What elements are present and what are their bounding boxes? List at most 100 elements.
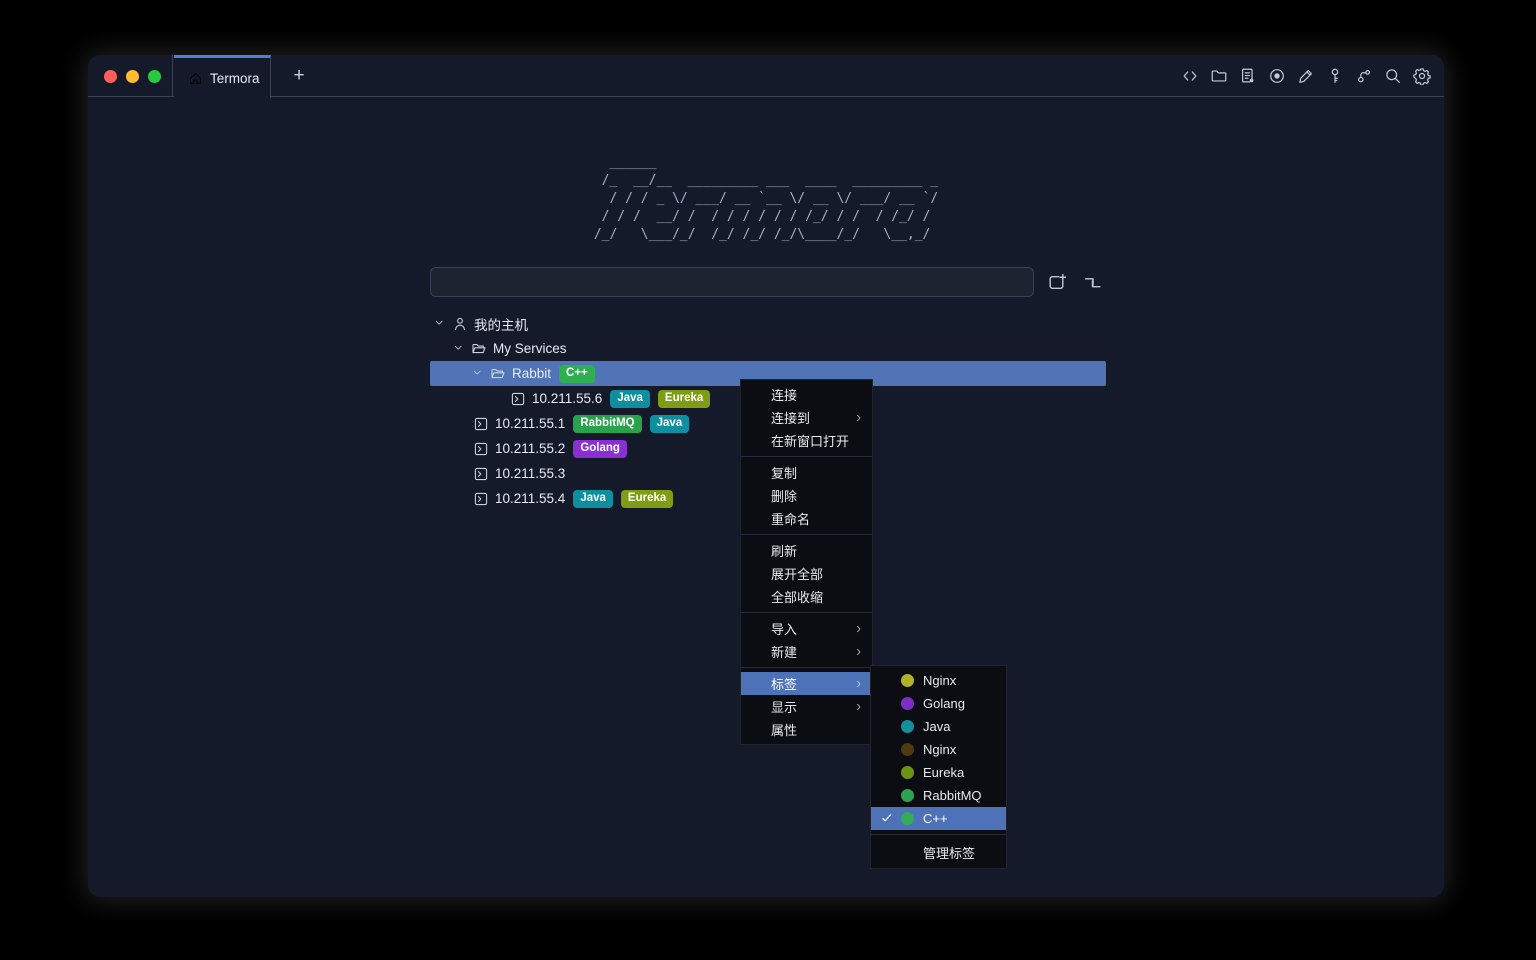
chevron-down-icon bbox=[453, 342, 466, 355]
traffic-lights bbox=[88, 55, 173, 97]
menu-item-open-in-new-window[interactable]: 在新窗口打开 bbox=[741, 429, 872, 452]
settings-icon bbox=[1413, 67, 1431, 85]
menu-separator bbox=[741, 612, 872, 613]
zoom-window-button[interactable] bbox=[148, 70, 161, 83]
menu-item-label: 复制 bbox=[771, 463, 864, 482]
tag-label: RabbitMQ bbox=[923, 788, 982, 803]
tag-label: C++ bbox=[923, 811, 948, 826]
tag-item-java[interactable]: Java bbox=[871, 715, 1006, 738]
tag-item-nginx[interactable]: Nginx bbox=[871, 669, 1006, 692]
home-icon bbox=[188, 71, 203, 86]
host-filter-input[interactable] bbox=[430, 267, 1034, 297]
tree-item-label: My Services bbox=[493, 341, 567, 356]
tag-item-rabbitmq[interactable]: RabbitMQ bbox=[871, 784, 1006, 807]
home-glyph bbox=[188, 71, 203, 86]
menu-item-label: 显示 bbox=[771, 697, 854, 716]
tag-color-dot bbox=[901, 766, 914, 779]
tree-item-label: Rabbit bbox=[512, 366, 551, 381]
tag-label: Nginx bbox=[923, 742, 956, 757]
menu-item-collapse-all[interactable]: 全部收缩 bbox=[741, 585, 872, 608]
search-icon bbox=[1384, 67, 1402, 85]
minimize-window-button[interactable] bbox=[126, 70, 139, 83]
terminal-icon bbox=[510, 391, 526, 407]
menu-item-label: 删除 bbox=[771, 486, 864, 505]
record-button[interactable] bbox=[1267, 67, 1286, 86]
menu-item-display[interactable]: 显示 bbox=[741, 695, 872, 718]
menu-item-label: 连接 bbox=[771, 385, 864, 404]
tag-item-eureka[interactable]: Eureka bbox=[871, 761, 1006, 784]
tree-item-my-services[interactable]: My Services bbox=[430, 336, 1106, 361]
settings-button[interactable] bbox=[1412, 67, 1431, 86]
add-box-icon bbox=[1046, 272, 1067, 293]
tag-submenu: Nginx GolangJava Nginx Eureka RabbitMQ C++ 管理… bbox=[870, 665, 1007, 869]
tab-title: Termora bbox=[210, 71, 260, 86]
tag-color-dot bbox=[901, 674, 914, 687]
menu-item-new[interactable]: 新建 bbox=[741, 640, 872, 663]
tag-item-nginx[interactable]: Nginx bbox=[871, 738, 1006, 761]
menu-separator bbox=[741, 667, 872, 668]
person-icon bbox=[452, 316, 468, 332]
terminal-icon bbox=[473, 441, 489, 457]
collapse-layout-button[interactable] bbox=[1081, 271, 1103, 293]
menu-item-expand-all[interactable]: 展开全部 bbox=[741, 562, 872, 585]
edit-button[interactable] bbox=[1296, 67, 1315, 86]
search-button[interactable] bbox=[1383, 67, 1402, 86]
code-icon bbox=[1181, 67, 1199, 85]
tag-label: Nginx bbox=[923, 673, 956, 688]
branch-icon bbox=[1355, 67, 1373, 85]
menu-item-copy[interactable]: 复制 bbox=[741, 461, 872, 484]
tag-color-dot bbox=[901, 720, 914, 733]
menu-separator bbox=[741, 456, 872, 457]
record-icon bbox=[1268, 67, 1286, 85]
app-window: Termora + ______ /_ __/__ _________ ___ … bbox=[88, 55, 1444, 897]
branch-button[interactable] bbox=[1354, 67, 1373, 86]
menu-item-label: 属性 bbox=[771, 720, 864, 739]
tag-item-c[interactable]: C++ bbox=[871, 807, 1006, 830]
tag-color-dot bbox=[901, 697, 914, 710]
tag-badge: RabbitMQ bbox=[573, 415, 641, 433]
tree-item-label: 我的主机 bbox=[474, 314, 528, 334]
code-button[interactable] bbox=[1180, 67, 1199, 86]
tag-badge: Java bbox=[650, 415, 690, 433]
tag-badge: Eureka bbox=[621, 490, 673, 508]
menu-item-label: 展开全部 bbox=[771, 564, 864, 583]
chevron-down-icon bbox=[434, 317, 447, 330]
close-window-button[interactable] bbox=[104, 70, 117, 83]
tag-color-dot bbox=[901, 743, 914, 756]
arrow-right-icon bbox=[854, 624, 864, 634]
arrow-right-icon bbox=[854, 702, 864, 712]
menu-item-connect[interactable]: 连接 bbox=[741, 383, 872, 406]
add-host-button[interactable] bbox=[1045, 271, 1067, 293]
arrow-right-icon bbox=[854, 413, 864, 423]
menu-item-delete[interactable]: 删除 bbox=[741, 484, 872, 507]
tag-item-golang[interactable]: Golang bbox=[871, 692, 1006, 715]
tree-item-my-hosts[interactable]: 我的主机 bbox=[430, 311, 1106, 336]
tag-label: Eureka bbox=[923, 765, 964, 780]
tree-item-label: 10.211.55.4 bbox=[495, 491, 565, 506]
tab-termora[interactable]: Termora bbox=[174, 55, 271, 98]
arrow-right-icon bbox=[854, 679, 864, 689]
menu-item-import[interactable]: 导入 bbox=[741, 617, 872, 640]
menu-item-properties[interactable]: 属性 bbox=[741, 718, 872, 741]
new-tab-button[interactable]: + bbox=[284, 55, 314, 97]
tag-color-dot bbox=[901, 789, 914, 802]
menu-item-label: 新建 bbox=[771, 642, 854, 661]
tag-color-dot bbox=[901, 812, 914, 825]
log-file-icon bbox=[1239, 67, 1257, 85]
log-file-button[interactable] bbox=[1238, 67, 1257, 86]
folder-button[interactable] bbox=[1209, 67, 1228, 86]
menu-item-connect-to[interactable]: 连接到 bbox=[741, 406, 872, 429]
tree-item-label: 10.211.55.1 bbox=[495, 416, 565, 431]
manage-tags-item[interactable]: 管理标签 bbox=[871, 839, 1006, 865]
key-button[interactable] bbox=[1325, 67, 1344, 86]
menu-item-rename[interactable]: 重命名 bbox=[741, 507, 872, 530]
context-menu: 连接连接到在新窗口打开复制删除重命名刷新展开全部全部收缩导入新建标签显示属性 bbox=[740, 379, 873, 745]
menu-item-label: 重命名 bbox=[771, 509, 864, 528]
tag-badge: Java bbox=[573, 490, 613, 508]
menu-item-tags[interactable]: 标签 bbox=[741, 672, 872, 695]
terminal-icon bbox=[473, 416, 489, 432]
tree-item-label: 10.211.55.3 bbox=[495, 466, 565, 481]
folder-icon bbox=[1210, 67, 1228, 85]
menu-item-label: 连接到 bbox=[771, 408, 854, 427]
menu-item-refresh[interactable]: 刷新 bbox=[741, 539, 872, 562]
